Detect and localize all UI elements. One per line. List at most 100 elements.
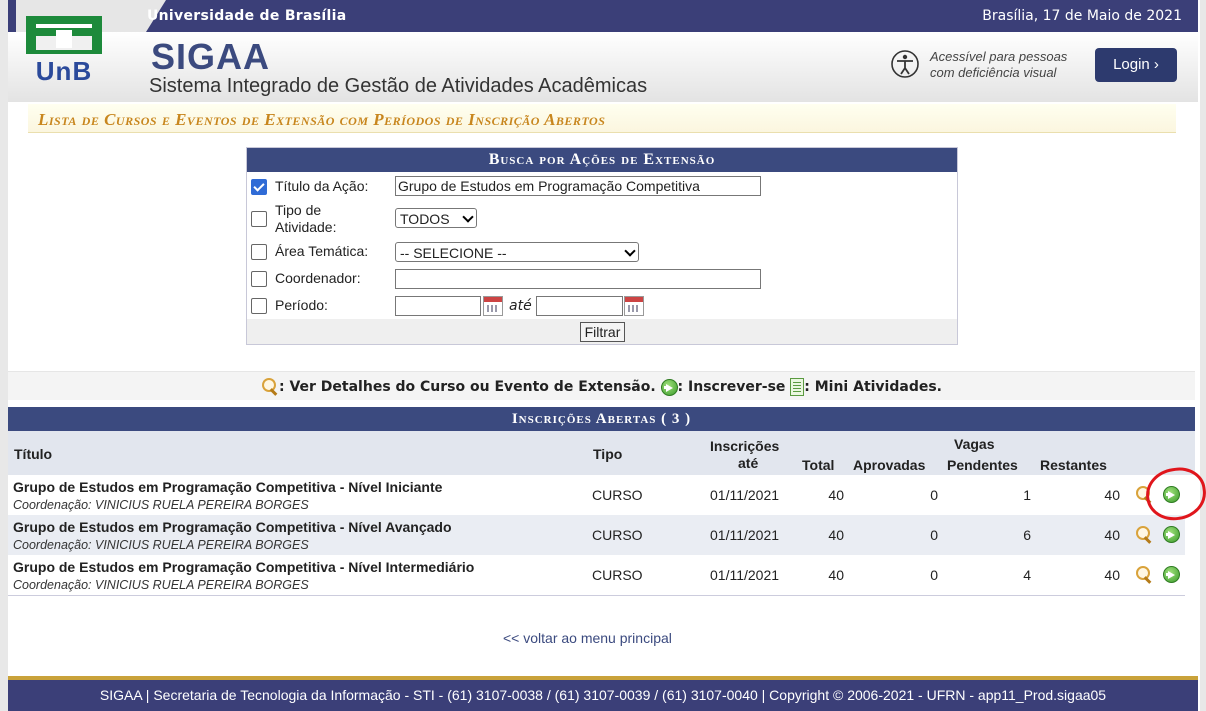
legend-mini: : Mini Atividades. xyxy=(804,379,942,395)
row-pendentes: 4 xyxy=(1023,567,1031,583)
view-details-icon[interactable] xyxy=(1135,526,1153,544)
filter-row: Filtrar xyxy=(247,319,957,344)
row-title: Grupo de Estudos em Programação Competit… xyxy=(13,479,443,495)
header-ate: até xyxy=(738,455,759,471)
accessibility-link[interactable]: Acessível para pessoas com deficiência v… xyxy=(890,47,1090,87)
row-ate: 01/11/2021 xyxy=(710,487,780,503)
coordenador-checkbox[interactable] xyxy=(251,271,267,287)
row-tipo: CURSO xyxy=(592,527,643,543)
row-coordenacao: Coordenação: VINICIUS RUELA PEREIRA BORG… xyxy=(13,498,309,512)
periodo-end-input[interactable] xyxy=(536,296,623,316)
periodo-label: Período: xyxy=(275,297,328,313)
row-title: Grupo de Estudos em Programação Competit… xyxy=(13,559,475,575)
accessibility-icon xyxy=(891,50,919,78)
row-tipo: Tipo de Atividade: TODOS xyxy=(247,202,957,238)
page-title: Lista de Cursos e Eventos de Extensão co… xyxy=(38,110,606,129)
titulo-label: Título da Ação: xyxy=(275,178,369,194)
row-restantes: 40 xyxy=(1104,567,1120,583)
area-select[interactable]: -- SELECIONE -- xyxy=(395,242,639,262)
coordenador-input[interactable] xyxy=(395,269,761,289)
row-titulo: Título da Ação: Grupo de Estudos em Prog… xyxy=(247,176,957,200)
header-pendentes: Pendentes xyxy=(947,457,1018,473)
table-header: Título Tipo Inscrições até Vagas Total A… xyxy=(8,431,1195,475)
row-restantes: 40 xyxy=(1104,487,1120,503)
mini-activities-icon xyxy=(790,378,805,396)
calendar-icon[interactable] xyxy=(624,296,644,316)
system-full-name: Sistema Integrado de Gestão de Atividade… xyxy=(149,75,648,97)
row-ate: 01/11/2021 xyxy=(710,567,780,583)
area-checkbox[interactable] xyxy=(251,244,267,260)
tipo-select[interactable]: TODOS xyxy=(395,208,477,228)
header-total: Total xyxy=(802,457,835,473)
header-aprovadas: Aprovadas xyxy=(853,457,926,473)
row-coordenacao: Coordenação: VINICIUS RUELA PEREIRA BORG… xyxy=(13,578,309,592)
header-inscricoes: Inscrições xyxy=(710,438,780,454)
table-row: Grupo de Estudos em Programação Competit… xyxy=(8,515,1185,556)
enroll-icon[interactable] xyxy=(1163,566,1180,583)
row-title: Grupo de Estudos em Programação Competit… xyxy=(13,519,452,535)
legend-inscrever: : Inscrever-se xyxy=(677,379,786,395)
row-aprovadas: 0 xyxy=(930,567,938,583)
row-pendentes: 6 xyxy=(1023,527,1031,543)
tipo-label: Tipo de Atividade: xyxy=(275,202,336,236)
row-coordenacao: Coordenação: VINICIUS RUELA PEREIRA BORG… xyxy=(13,538,309,552)
unb-flag-icon xyxy=(26,16,102,54)
unb-logo-text: UnB xyxy=(35,56,93,86)
periodo-checkbox[interactable] xyxy=(251,298,267,314)
search-form: Busca por Ações de Extensão Título da Aç… xyxy=(246,147,958,345)
table-row: Grupo de Estudos em Programação Competit… xyxy=(8,555,1185,596)
top-bar: Universidade de Brasília Brasília, 17 de… xyxy=(8,0,1198,32)
row-tipo: CURSO xyxy=(592,567,643,583)
titulo-checkbox[interactable] xyxy=(251,179,267,195)
login-button[interactable]: Login › xyxy=(1095,48,1177,82)
row-total: 40 xyxy=(828,567,844,583)
row-pendentes: 1 xyxy=(1023,487,1031,503)
filter-button[interactable]: Filtrar xyxy=(580,322,625,342)
header-tipo: Tipo xyxy=(593,446,623,462)
current-date: Brasília, 17 de Maio de 2021 xyxy=(982,8,1182,24)
legend-ver-detalhes: : Ver Detalhes do Curso ou Evento de Ext… xyxy=(278,379,656,395)
row-coordenador: Coordenador: xyxy=(247,267,957,291)
magnifier-icon xyxy=(261,378,279,396)
green-arrow-icon xyxy=(660,378,678,396)
back-to-menu-link[interactable]: << voltar ao menu principal xyxy=(503,630,672,646)
row-aprovadas: 0 xyxy=(930,527,938,543)
row-total: 40 xyxy=(828,487,844,503)
header-vagas: Vagas xyxy=(954,436,995,452)
calendar-icon[interactable] xyxy=(483,296,503,316)
area-select-value: -- SELECIONE -- xyxy=(400,245,507,261)
row-ate: 01/11/2021 xyxy=(710,527,780,543)
footer: SIGAA | Secretaria de Tecnologia da Info… xyxy=(8,680,1198,711)
header-restantes: Restantes xyxy=(1040,457,1107,473)
row-aprovadas: 0 xyxy=(930,487,938,503)
ate-label: até xyxy=(509,298,532,314)
row-total: 40 xyxy=(828,527,844,543)
header: UnB SIGAA Sistema Integrado de Gestão de… xyxy=(8,16,1198,102)
system-name: SIGAA xyxy=(151,36,271,77)
icon-legend: : Ver Detalhes do Curso ou Evento de Ext… xyxy=(8,371,1195,400)
page-title-bar: Lista de Cursos e Eventos de Extensão co… xyxy=(28,104,1176,133)
row-tipo: CURSO xyxy=(592,487,643,503)
row-area: Área Temática: -- SELECIONE -- xyxy=(247,240,957,264)
enroll-icon[interactable] xyxy=(1163,526,1180,543)
chevron-down-icon xyxy=(462,211,474,223)
coordenador-label: Coordenador: xyxy=(275,270,361,286)
page-frame-right xyxy=(1200,0,1206,711)
periodo-start-input[interactable] xyxy=(395,296,481,316)
accessibility-line-2: com deficiência visual xyxy=(930,65,1057,80)
unb-logo[interactable]: UnB xyxy=(26,16,102,87)
titulo-input[interactable]: Grupo de Estudos em Programação Competit… xyxy=(395,176,761,196)
table-bottom-border xyxy=(8,595,1185,596)
chevron-down-icon xyxy=(624,245,636,257)
header-titulo: Título xyxy=(14,446,53,462)
tipo-select-value: TODOS xyxy=(400,211,450,227)
row-periodo: Período: até xyxy=(247,294,957,318)
search-form-caption: Busca por Ações de Extensão xyxy=(247,148,957,172)
page-frame-left xyxy=(0,0,8,711)
row-restantes: 40 xyxy=(1104,527,1120,543)
table-caption: Inscrições Abertas ( 3 ) xyxy=(8,407,1195,431)
tipo-label-line-2: Atividade: xyxy=(275,219,337,235)
tipo-checkbox[interactable] xyxy=(251,211,267,227)
view-details-icon[interactable] xyxy=(1135,566,1153,584)
accessibility-line-1: Acessível para pessoas xyxy=(930,49,1068,64)
